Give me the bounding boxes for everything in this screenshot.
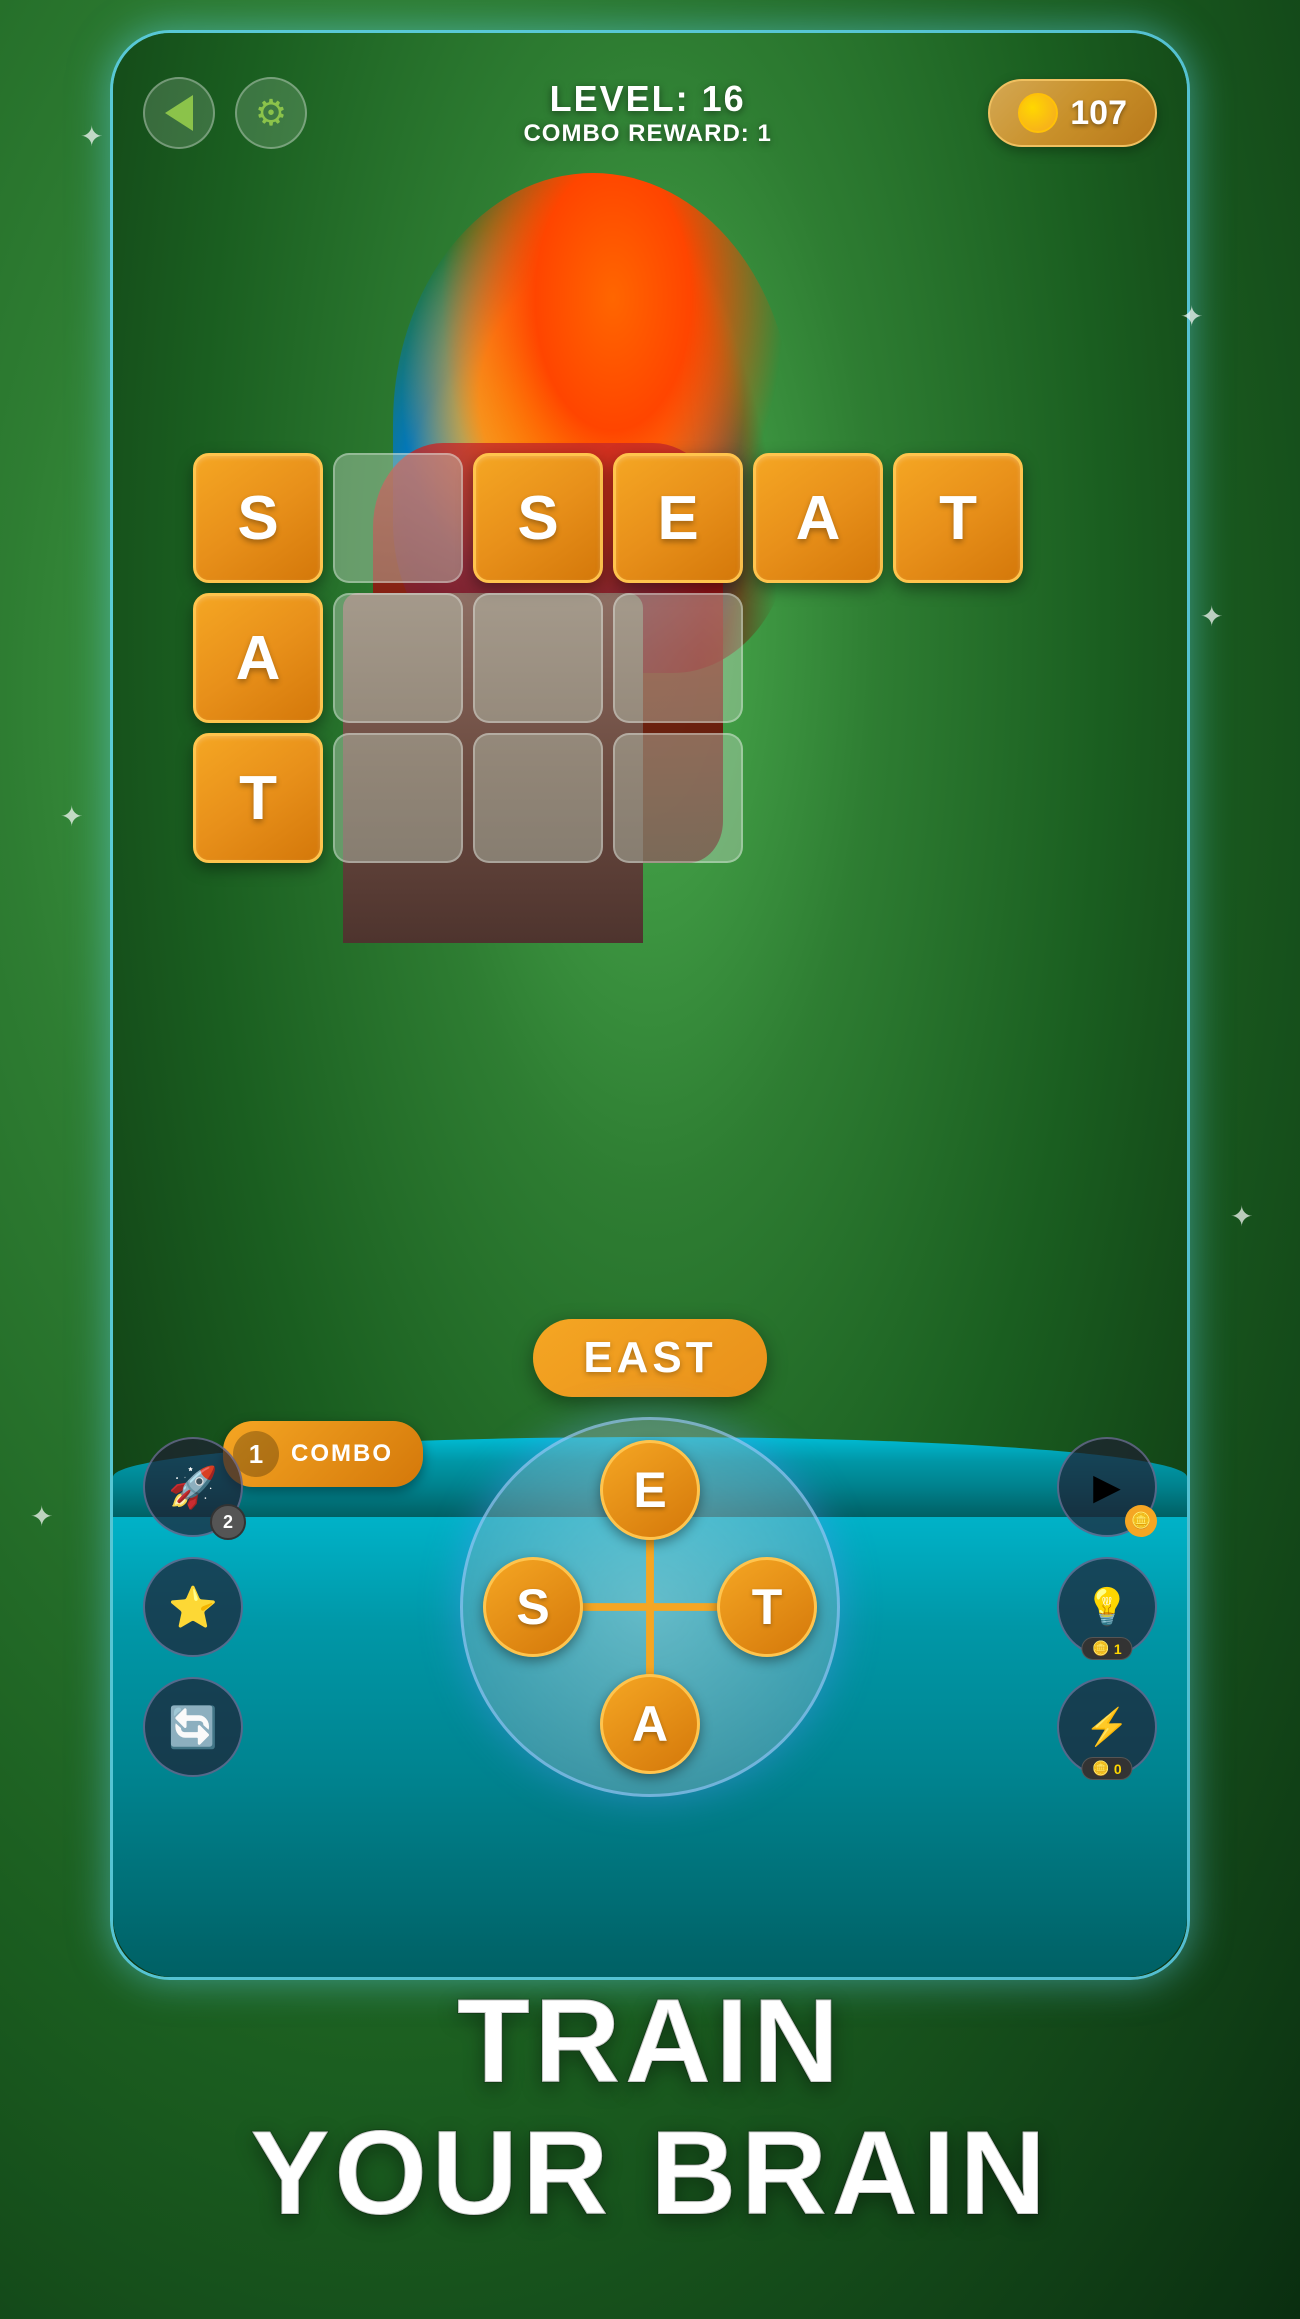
tile-e: E: [613, 453, 743, 583]
level-display: LEVEL: 16: [523, 78, 771, 120]
tagline: TRAIN YOUR BRAIN: [0, 1975, 1300, 2239]
settings-button[interactable]: ⚙: [235, 77, 307, 149]
tile-s1: S: [193, 453, 323, 583]
coin-icon: [1018, 93, 1058, 133]
tile-empty-5: [333, 733, 463, 863]
tile-s2: S: [473, 453, 603, 583]
wheel-letter-s[interactable]: S: [483, 1557, 583, 1657]
tile-a1: A: [753, 453, 883, 583]
tagline-line1: TRAIN: [0, 1975, 1300, 2107]
phone-frame: ⚙ LEVEL: 16 COMBO REWARD: 1 107 S S E A …: [110, 30, 1190, 1980]
current-word-display: EAST: [533, 1319, 766, 1397]
tagline-line2: YOUR BRAIN: [0, 2107, 1300, 2239]
wheel-letter-t[interactable]: T: [717, 1557, 817, 1657]
sparkle-decoration: ✦: [1230, 1200, 1253, 1233]
tile-a2: A: [193, 593, 323, 723]
tile-empty-1: [333, 453, 463, 583]
sparkle-decoration: ✦: [1200, 600, 1223, 633]
sparkle-decoration: ✦: [80, 120, 103, 153]
coin-badge: 107: [988, 79, 1157, 147]
tile-t2: T: [193, 733, 323, 863]
word-grid: S S E A T A T: [193, 453, 1023, 863]
wheel-letter-a[interactable]: A: [600, 1674, 700, 1774]
tile-empty-2: [333, 593, 463, 723]
letter-wheel[interactable]: E T A S: [460, 1417, 840, 1797]
sparkle-decoration: ✦: [30, 1500, 53, 1533]
combo-reward-display: COMBO REWARD: 1: [523, 120, 771, 148]
wheel-letter-e[interactable]: E: [600, 1440, 700, 1540]
sparkle-decoration: ✦: [60, 800, 83, 833]
header: ⚙ LEVEL: 16 COMBO REWARD: 1 107: [113, 33, 1187, 193]
coin-count: 107: [1070, 94, 1127, 133]
tile-empty-7: [613, 733, 743, 863]
tile-t1: T: [893, 453, 1023, 583]
tile-empty-3: [473, 593, 603, 723]
bottom-game-area: EAST E T A S: [113, 1319, 1187, 1797]
header-center: LEVEL: 16 COMBO REWARD: 1: [523, 78, 771, 148]
tile-empty-4: [613, 593, 743, 723]
back-button[interactable]: [143, 77, 215, 149]
sparkle-decoration: ✦: [1180, 300, 1203, 333]
header-left: ⚙: [143, 77, 307, 149]
tile-empty-6: [473, 733, 603, 863]
